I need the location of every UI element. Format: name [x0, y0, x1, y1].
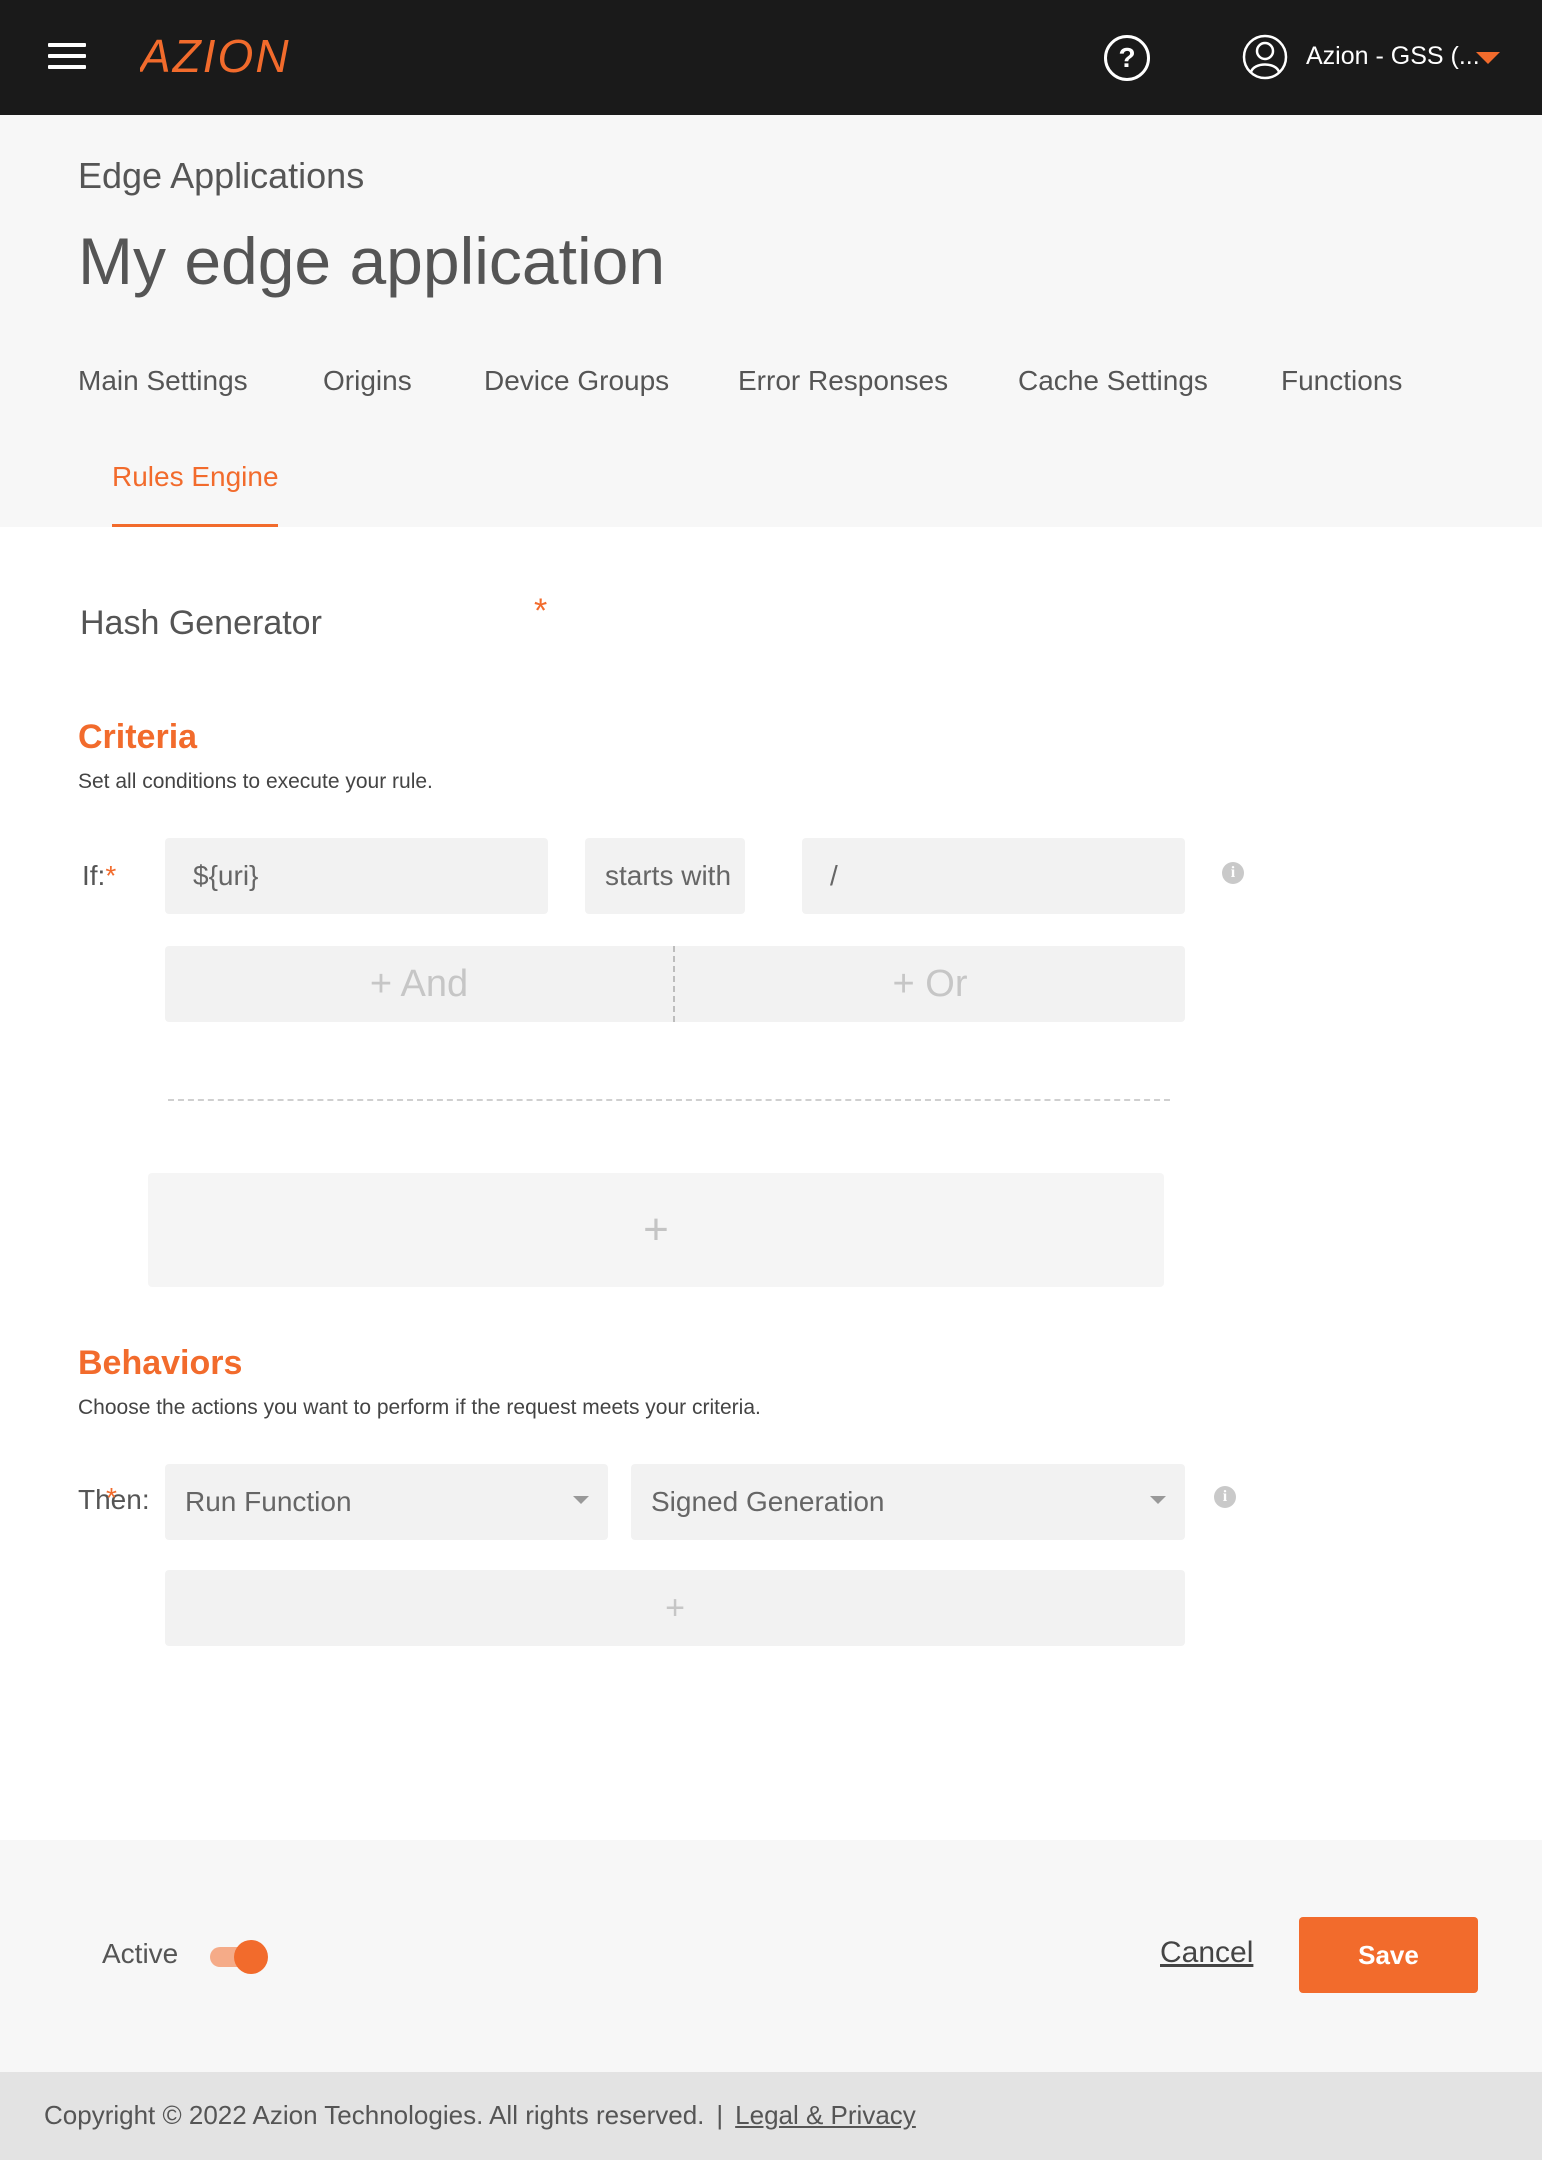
rule-name-field[interactable]: Hash Generator: [80, 604, 322, 643]
page-header: Edge Applications My edge application Ma…: [0, 115, 1542, 527]
criteria-info-icon[interactable]: i: [1222, 862, 1244, 884]
tab-error-responses[interactable]: Error Responses: [738, 365, 948, 397]
legal-privacy-link[interactable]: Legal & Privacy: [735, 2100, 916, 2130]
if-label-text: If:: [82, 860, 106, 891]
breadcrumb[interactable]: Edge Applications: [78, 155, 364, 197]
active-label: Active: [102, 1938, 179, 1969]
account-name[interactable]: Azion - GSS (...: [1306, 42, 1480, 71]
and-or-bar: + And + Or: [165, 946, 1185, 1022]
tab-main-settings[interactable]: Main Settings: [78, 365, 248, 397]
active-toggle[interactable]: [210, 1940, 270, 1974]
help-icon[interactable]: ?: [1104, 35, 1150, 81]
page-title: My edge application: [78, 223, 1394, 299]
function-select[interactable]: Signed Generation: [631, 1464, 1185, 1540]
save-button[interactable]: Save: [1299, 1917, 1478, 1993]
active-tab-indicator: [112, 524, 278, 527]
tab-origins[interactable]: Origins: [323, 365, 412, 397]
criteria-divider: [168, 1099, 1170, 1101]
behavior-info-icon[interactable]: i: [1214, 1486, 1236, 1508]
tab-rules-engine[interactable]: Rules Engine: [112, 461, 279, 493]
tab-cache-settings[interactable]: Cache Settings: [1018, 365, 1208, 397]
if-required-mark: *: [105, 860, 117, 891]
copyright-text: Copyright © 2022 Azion Technologies. All…: [44, 2100, 705, 2130]
azion-logo[interactable]: AZION: [140, 30, 315, 82]
page-footer: Copyright © 2022 Azion Technologies. All…: [0, 2072, 1542, 2160]
behaviors-title: Behaviors: [78, 1344, 243, 1382]
chevron-down-icon: [573, 1496, 589, 1504]
tab-functions[interactable]: Functions: [1281, 365, 1402, 397]
copyright-line: Copyright © 2022 Azion Technologies. All…: [44, 2100, 916, 2131]
behavior-select-value: Run Function: [185, 1486, 352, 1517]
account-caret-down-icon[interactable]: [1476, 52, 1500, 64]
user-avatar-icon[interactable]: [1242, 34, 1288, 80]
tab-device-groups[interactable]: Device Groups: [484, 365, 669, 397]
add-criteria-button[interactable]: +: [148, 1173, 1164, 1287]
criteria-value-input[interactable]: /: [802, 838, 1185, 914]
logo-text: AZION: [140, 30, 291, 82]
form-action-bar: Active Cancel Save: [0, 1840, 1542, 2072]
behavior-select[interactable]: Run Function: [165, 1464, 608, 1540]
cancel-button[interactable]: Cancel: [1160, 1936, 1253, 1970]
add-or-button[interactable]: + Or: [675, 946, 1185, 1022]
criteria-operator-select[interactable]: starts with: [585, 838, 745, 914]
if-label: If:*: [82, 860, 116, 892]
function-select-value: Signed Generation: [651, 1486, 885, 1517]
chevron-down-icon: [1150, 1496, 1166, 1504]
behaviors-description: Choose the actions you want to perform i…: [78, 1396, 761, 1419]
toggle-knob: [234, 1940, 268, 1974]
criteria-variable-input[interactable]: ${uri}: [165, 838, 548, 914]
top-navbar: AZION ? Azion - GSS (...: [0, 0, 1542, 115]
add-and-button[interactable]: + And: [165, 946, 673, 1022]
hamburger-menu-icon[interactable]: [48, 43, 86, 73]
add-behavior-button[interactable]: +: [165, 1570, 1185, 1646]
then-required-mark: *: [106, 1482, 117, 1513]
criteria-title: Criteria: [78, 718, 198, 756]
footer-separator: |: [716, 2100, 724, 2130]
required-mark: *: [534, 592, 548, 630]
criteria-description: Set all conditions to execute your rule.: [78, 770, 433, 793]
